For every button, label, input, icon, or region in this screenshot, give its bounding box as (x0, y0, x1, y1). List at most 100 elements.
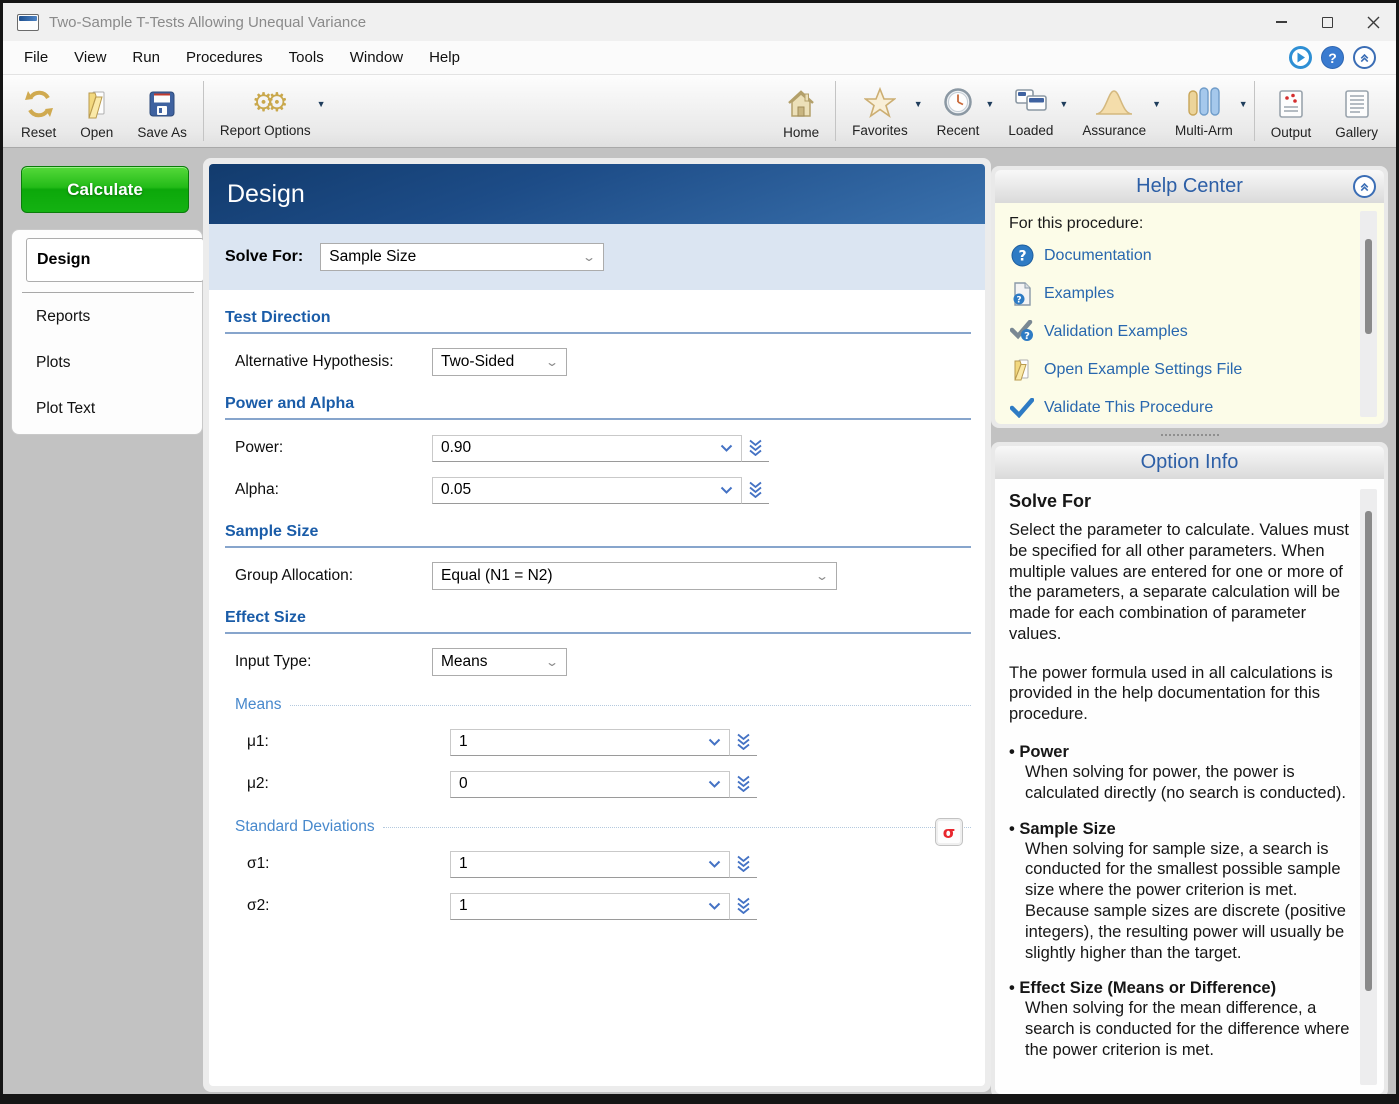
chevron-down-icon (720, 486, 733, 495)
option-info-paragraph: Select the parameter to calculate. Value… (1009, 520, 1361, 645)
option-info-header: Option Info (995, 446, 1384, 479)
save-as-button[interactable]: Save As (125, 75, 199, 147)
alpha-input[interactable]: 0.05 (432, 477, 742, 504)
link-validation-examples[interactable]: ? Validation Examples (1009, 319, 1370, 344)
tab-reports[interactable]: Reports (36, 308, 90, 326)
chevron-down-icon (708, 780, 721, 789)
report-options-dropdown-arrow[interactable]: ▼ (317, 99, 326, 109)
solve-for-select[interactable]: Sample Size ⌄ (320, 243, 604, 271)
chevron-down-icon: ⌄ (545, 355, 559, 369)
minimize-button[interactable] (1258, 3, 1304, 41)
solve-for-row: Solve For: Sample Size ⌄ (209, 224, 985, 290)
sigma1-input[interactable]: 1 (450, 851, 730, 878)
assurance-button[interactable]: Assurance (1070, 77, 1158, 145)
tab-plots[interactable]: Plots (36, 354, 70, 372)
examples-icon: ? (1009, 282, 1035, 306)
double-chevron-down-icon (736, 897, 751, 914)
help-intro: For this procedure: (1009, 215, 1370, 233)
chevron-down-icon (708, 860, 721, 869)
link-open-example-settings[interactable]: Open Example Settings File (1009, 357, 1370, 382)
option-info-paragraph: The power formula used in all calculatio… (1009, 663, 1361, 725)
toolbar-separator (1254, 81, 1255, 141)
help-scrollbar-thumb[interactable] (1365, 239, 1372, 334)
help-button[interactable]: ? (1321, 46, 1344, 69)
menu-file[interactable]: File (11, 49, 61, 66)
sigma2-label: σ2: (247, 897, 450, 915)
menu-run[interactable]: Run (119, 49, 173, 66)
window-title: Two-Sample T-Tests Allowing Unequal Vari… (49, 14, 366, 31)
menu-tools[interactable]: Tools (276, 49, 337, 66)
mu1-input[interactable]: 1 (450, 729, 730, 756)
alpha-multiple-values-button[interactable] (742, 477, 769, 504)
chevron-up-double-icon (1358, 180, 1371, 193)
mu1-label: μ1: (247, 733, 450, 751)
mu1-multiple-values-button[interactable] (730, 729, 757, 756)
link-validate-procedure[interactable]: Validate This Procedure (1009, 395, 1370, 420)
collapse-window-button[interactable] (1353, 46, 1376, 69)
subsection-standard-deviations: Standard Deviations (235, 818, 971, 836)
open-button[interactable]: Open (68, 75, 125, 147)
maximize-icon (1322, 17, 1333, 28)
power-input[interactable]: 0.90 (432, 435, 742, 462)
menu-procedures[interactable]: Procedures (173, 49, 276, 66)
mu2-input[interactable]: 0 (450, 771, 730, 798)
recent-dropdown-arrow[interactable]: ▼ (985, 99, 994, 109)
help-center-collapse-button[interactable] (1353, 175, 1376, 198)
power-multiple-values-button[interactable] (742, 435, 769, 462)
tab-plot-text[interactable]: Plot Text (36, 400, 95, 418)
menu-help[interactable]: Help (416, 49, 473, 66)
menu-bar: File View Run Procedures Tools Window He… (3, 41, 1396, 75)
menu-window[interactable]: Window (337, 49, 416, 66)
sigma-tool-button[interactable]: σ (935, 818, 963, 846)
section-effect-size: Effect Size (225, 609, 971, 634)
home-button[interactable]: Home (771, 75, 831, 147)
chevron-down-icon: ⌄ (545, 655, 559, 669)
mu2-label: μ2: (247, 775, 450, 793)
panel-splitter[interactable] (991, 434, 1388, 436)
favorites-button[interactable]: Favorites (840, 77, 920, 145)
menu-view[interactable]: View (61, 49, 119, 66)
mu2-multiple-values-button[interactable] (730, 771, 757, 798)
input-type-select[interactable]: Means ⌄ (432, 648, 567, 676)
option-info-bullet-sample-size: • Sample Size When solving for sample si… (1009, 820, 1361, 964)
option-info-body: Solve For Select the parameter to calcul… (995, 479, 1384, 1094)
option-info-panel: Option Info Solve For Select the paramet… (991, 442, 1388, 1098)
sigma1-multiple-values-button[interactable] (730, 851, 757, 878)
power-label: Power: (235, 439, 432, 457)
link-documentation[interactable]: ? Documentation (1009, 243, 1370, 268)
help-center-body: For this procedure: ? Documentation ? Ex… (995, 203, 1384, 424)
group-allocation-select[interactable]: Equal (N1 = N2) ⌄ (432, 562, 837, 590)
loaded-dropdown-arrow[interactable]: ▼ (1059, 99, 1068, 109)
chevron-down-icon: ⌄ (582, 250, 596, 264)
help-center-title: Help Center (1136, 175, 1243, 198)
multi-arm-dropdown-arrow[interactable]: ▼ (1239, 99, 1248, 109)
run-button[interactable] (1289, 46, 1312, 69)
report-options-button[interactable]: ⚙⚙ Report Options (208, 77, 323, 145)
gallery-document-icon (1344, 85, 1370, 123)
favorites-dropdown-arrow[interactable]: ▼ (914, 99, 923, 109)
sigma2-multiple-values-button[interactable] (730, 893, 757, 920)
help-scrollbar[interactable] (1360, 211, 1377, 417)
calculate-button[interactable]: Calculate (21, 166, 189, 213)
assurance-dropdown-arrow[interactable]: ▼ (1152, 99, 1161, 109)
maximize-button[interactable] (1304, 3, 1350, 41)
loaded-button[interactable]: Loaded (996, 77, 1065, 145)
option-info-scrollbar[interactable] (1360, 489, 1377, 1085)
solve-for-label: Solve For: (225, 248, 303, 266)
link-examples[interactable]: ? Examples (1009, 281, 1370, 306)
save-icon (148, 85, 176, 123)
app-window: Two-Sample T-Tests Allowing Unequal Vari… (0, 0, 1399, 1104)
recent-button[interactable]: Recent (925, 77, 992, 145)
close-button[interactable] (1350, 3, 1396, 41)
output-button[interactable]: Output (1259, 75, 1324, 147)
folder-icon (1009, 358, 1035, 382)
tab-design[interactable]: Design (26, 238, 204, 282)
help-center-panel: Help Center For this procedure: ? Docume… (991, 166, 1388, 428)
reset-button[interactable]: Reset (9, 75, 68, 147)
sigma2-input[interactable]: 1 (450, 893, 730, 920)
alternative-hypothesis-select[interactable]: Two-Sided ⌄ (432, 348, 567, 376)
multi-arm-button[interactable]: Multi-Arm (1163, 77, 1245, 145)
minimize-icon (1276, 21, 1287, 22)
option-info-scrollbar-thumb[interactable] (1365, 511, 1372, 991)
gallery-button[interactable]: Gallery (1323, 75, 1390, 147)
